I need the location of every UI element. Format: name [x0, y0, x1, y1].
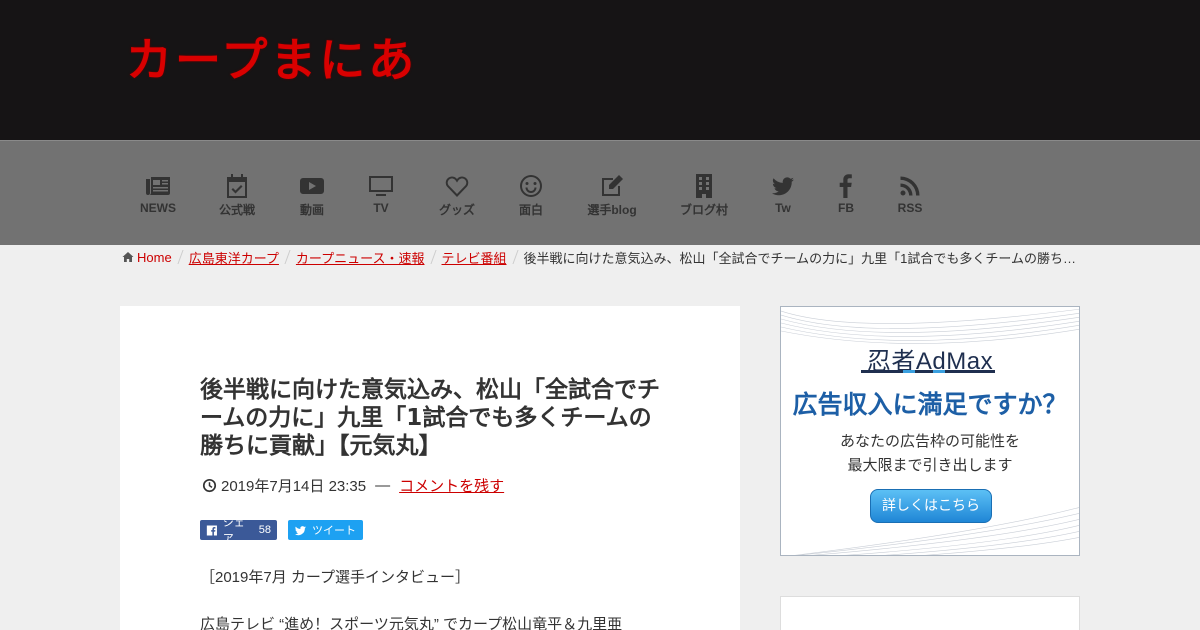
breadcrumb-separator	[429, 250, 437, 264]
article-date: 2019年7月14日 23:35	[221, 478, 367, 495]
breadcrumb: Home 広島東洋カープ カープニュース・速報 テレビ番組 後半戦に向けた意気込…	[122, 248, 1082, 266]
nav-item-twitter[interactable]: Tw	[770, 173, 796, 215]
nav-item-news[interactable]: NEWS	[140, 173, 176, 215]
share-label: シェア	[222, 517, 245, 545]
article-title: 後半戦に向けた意気込み、松山「全試合でチームの力に」九里「1試合でも多くチームの…	[200, 377, 660, 459]
main-nav: NEWS 公式戦 動画 TV グッズ 面白 選手blog ブログ村 Tw FB …	[0, 140, 1200, 245]
nav-item-goods[interactable]: グッズ	[438, 173, 476, 218]
nav-item-blog-village[interactable]: ブログ村	[680, 173, 728, 218]
breadcrumb-home-label: Home	[137, 249, 172, 265]
breadcrumb-item-tv-program[interactable]: テレビ番組	[442, 248, 507, 266]
newspaper-icon	[146, 177, 170, 195]
nav-label: 動画	[299, 203, 324, 217]
nav-label: 選手blog	[587, 203, 637, 217]
nav-label: 面白	[518, 203, 543, 217]
nav-item-tv[interactable]: TV	[368, 173, 394, 215]
breadcrumb-separator	[511, 250, 519, 264]
heart-icon	[445, 176, 469, 197]
facebook-share-button[interactable]: シェア 58	[200, 517, 277, 545]
ad-subtext-line: あなたの広告枠の可能性を	[839, 432, 1020, 450]
ad-brand-underline	[861, 370, 995, 373]
nav-item-player-blog[interactable]: 選手blog	[586, 173, 638, 218]
ad-details-button[interactable]: 詳しくはこちら	[870, 489, 992, 523]
site-header: カープまにあ	[0, 0, 1200, 140]
nav-label: TV	[373, 201, 389, 215]
article-paragraph: 広島テレビ “進め！スポーツ元気丸” でカープ松山竜平＆九里亜	[200, 616, 623, 630]
breadcrumb-separator	[284, 250, 291, 264]
sidebar-widget	[780, 596, 1080, 630]
sidebar-ad-banner[interactable]: 忍者AdMax 広告収入に満足ですか？ あなたの広告枠の可能性を 最大限まで引き…	[780, 306, 1080, 556]
breadcrumb-current: 後半戦に向けた意気込み、松山「全試合でチームの力に」九里「1試合でも多くチームの…	[523, 250, 1082, 266]
building-icon	[696, 174, 712, 198]
share-count: 58	[258, 524, 271, 536]
ad-headline: 広告収入に満足ですか？	[792, 390, 1068, 419]
nav-label: ブログ村	[680, 203, 729, 217]
nav-label: グッズ	[438, 203, 475, 217]
nav-label: FB	[838, 201, 854, 215]
nav-item-games[interactable]: 公式戦	[218, 173, 256, 218]
breadcrumb-home[interactable]: Home	[122, 250, 172, 265]
ad-subtext: あなたの広告枠の可能性を 最大限まで引き出します	[781, 429, 1079, 477]
breadcrumb-item-carp-news[interactable]: カープニュース・速報	[296, 248, 425, 266]
nav-item-funny[interactable]: 面白	[518, 173, 544, 218]
tweet-button[interactable]: ツイート	[288, 520, 363, 540]
home-icon	[122, 252, 134, 262]
article-card: 後半戦に向けた意気込み、松山「全試合でチームの力に」九里「1試合でも多くチームの…	[120, 306, 740, 630]
site-logo[interactable]: カープまにあ	[126, 32, 417, 88]
rss-icon	[900, 176, 920, 196]
tv-icon	[369, 176, 393, 196]
nav-label: RSS	[897, 201, 923, 215]
calendar-check-icon	[227, 174, 247, 198]
nav-label: 公式戦	[218, 203, 255, 217]
nav-item-facebook[interactable]: FB	[834, 173, 858, 215]
nav-label: NEWS	[140, 201, 176, 215]
clock-icon	[202, 478, 217, 493]
twitter-icon	[295, 525, 306, 535]
article-meta: 2019年7月14日 23:35 — コメントを残す	[202, 475, 504, 496]
share-label: ツイート	[312, 525, 356, 537]
nav-item-video[interactable]: 動画	[298, 173, 326, 218]
facebook-square-icon	[206, 524, 217, 536]
meta-dash: —	[375, 477, 391, 494]
facebook-icon	[839, 174, 852, 198]
nav-item-rss[interactable]: RSS	[896, 173, 924, 215]
youtube-icon	[300, 178, 324, 194]
ad-subtext-line: 最大限まで引き出します	[847, 456, 1013, 474]
edit-icon	[602, 175, 623, 196]
breadcrumb-separator	[177, 250, 184, 264]
breadcrumb-item-hiroshima-carp[interactable]: 広島東洋カープ	[189, 248, 279, 266]
nav-label: Tw	[775, 201, 791, 215]
article-paragraph: ［2019年7月 カープ選手インタビュー］	[200, 569, 470, 586]
twitter-icon	[772, 177, 794, 196]
comment-link[interactable]: コメントを残す	[399, 475, 504, 496]
smile-icon	[520, 175, 542, 197]
